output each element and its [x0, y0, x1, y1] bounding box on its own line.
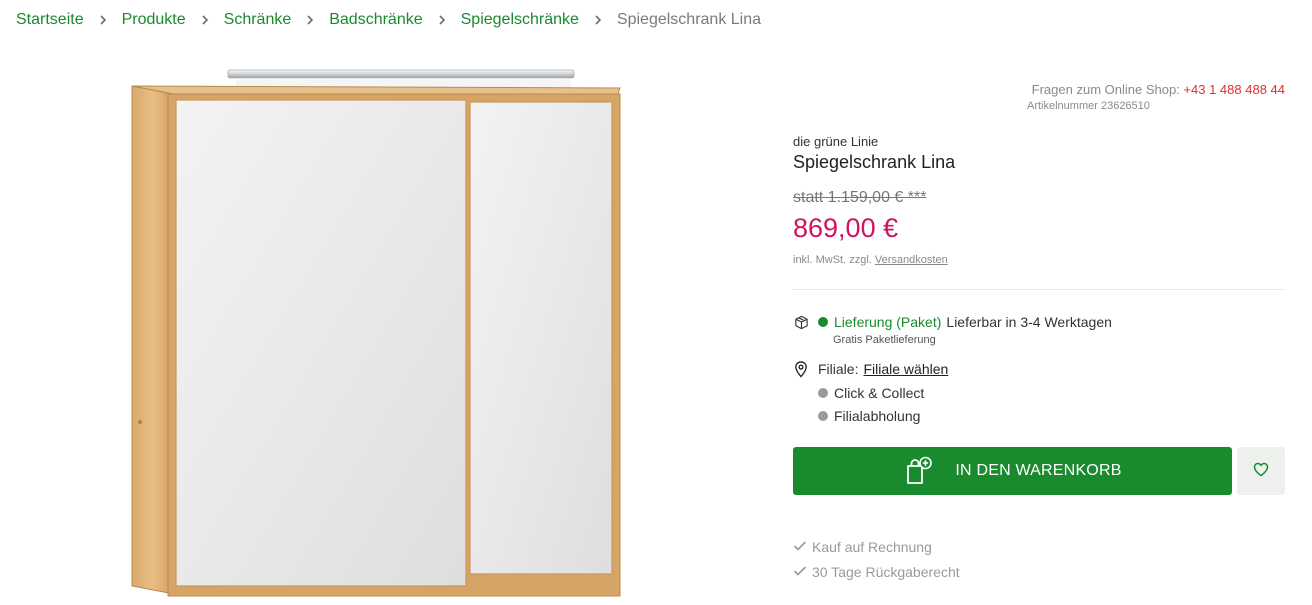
- tax-note: inkl. MwSt. zzgl. Versandkosten: [793, 254, 948, 266]
- location-pin-icon: [793, 360, 809, 378]
- store-row: Filiale: Filiale wählen: [793, 360, 948, 378]
- benefit-label: Kauf auf Rechnung: [812, 539, 932, 555]
- delivery-note: Gratis Paketlieferung: [833, 334, 936, 346]
- choose-store-link[interactable]: Filiale wählen: [863, 361, 948, 377]
- heart-icon: [1253, 462, 1269, 480]
- breadcrumb-current: Spiegelschrank Lina: [616, 11, 762, 28]
- store-option-pickup: Filialabholung: [818, 408, 920, 424]
- status-dot-grey: [818, 388, 828, 398]
- add-to-cart-label: IN DEN WARENKORB: [955, 462, 1122, 479]
- shipping-cost-link[interactable]: Versandkosten: [875, 254, 948, 266]
- phone-link[interactable]: +43 1 488 488 44: [1183, 82, 1285, 97]
- check-icon: [793, 564, 812, 580]
- store-option-click-collect: Click & Collect: [818, 385, 924, 401]
- product-title: Spiegelschrank Lina: [793, 152, 956, 172]
- breadcrumb-startseite[interactable]: Startseite: [16, 11, 84, 29]
- article-number: Artikelnummer 23626510: [1027, 100, 1150, 112]
- delivery-availability: Lieferbar in 3-4 Werktagen: [946, 314, 1112, 330]
- status-dot-grey: [818, 411, 828, 421]
- chevron-right-icon: [593, 11, 603, 29]
- breadcrumb-badschraenke[interactable]: Badschränke: [329, 11, 422, 29]
- delivery-row: Lieferung (Paket) Lieferbar in 3-4 Werkt…: [793, 314, 1112, 330]
- chevron-right-icon: [200, 11, 210, 29]
- old-price: statt 1.159,00 € ***: [793, 189, 927, 206]
- benefit-label: 30 Tage Rückgaberecht: [812, 564, 960, 580]
- delivery-label: Lieferung (Paket): [834, 314, 942, 330]
- package-icon: [793, 314, 809, 330]
- product-brand: die grüne Linie: [793, 134, 879, 149]
- contact-label: Fragen zum Online Shop:: [1031, 82, 1180, 97]
- breadcrumb: Startseite Produkte Schränke Badschränke…: [16, 11, 761, 29]
- benefit-returns: 30 Tage Rückgaberecht: [793, 564, 960, 580]
- wishlist-button[interactable]: [1237, 447, 1285, 495]
- chevron-right-icon: [437, 11, 447, 29]
- contact-info: Fragen zum Online Shop: +43 1 488 488 44: [1032, 82, 1285, 97]
- chevron-right-icon: [98, 11, 108, 29]
- chevron-right-icon: [305, 11, 315, 29]
- current-price: 869,00 €: [793, 213, 899, 243]
- store-option-label: Filialabholung: [834, 408, 921, 424]
- benefit-invoice: Kauf auf Rechnung: [793, 539, 932, 555]
- tax-prefix: inkl. MwSt. zzgl.: [793, 254, 872, 266]
- check-icon: [793, 539, 812, 555]
- breadcrumb-produkte[interactable]: Produkte: [122, 11, 186, 29]
- add-to-cart-button[interactable]: IN DEN WARENKORB: [793, 447, 1232, 495]
- breadcrumb-schraenke[interactable]: Schränke: [224, 11, 292, 29]
- store-label: Filiale:: [818, 361, 859, 377]
- store-option-label: Click & Collect: [834, 385, 925, 401]
- product-image[interactable]: [124, 62, 624, 600]
- status-dot-green: [818, 317, 828, 327]
- breadcrumb-spiegelschraenke[interactable]: Spiegelschränke: [461, 11, 579, 29]
- divider: [793, 289, 1285, 290]
- shopping-bag-plus-icon: [903, 456, 933, 486]
